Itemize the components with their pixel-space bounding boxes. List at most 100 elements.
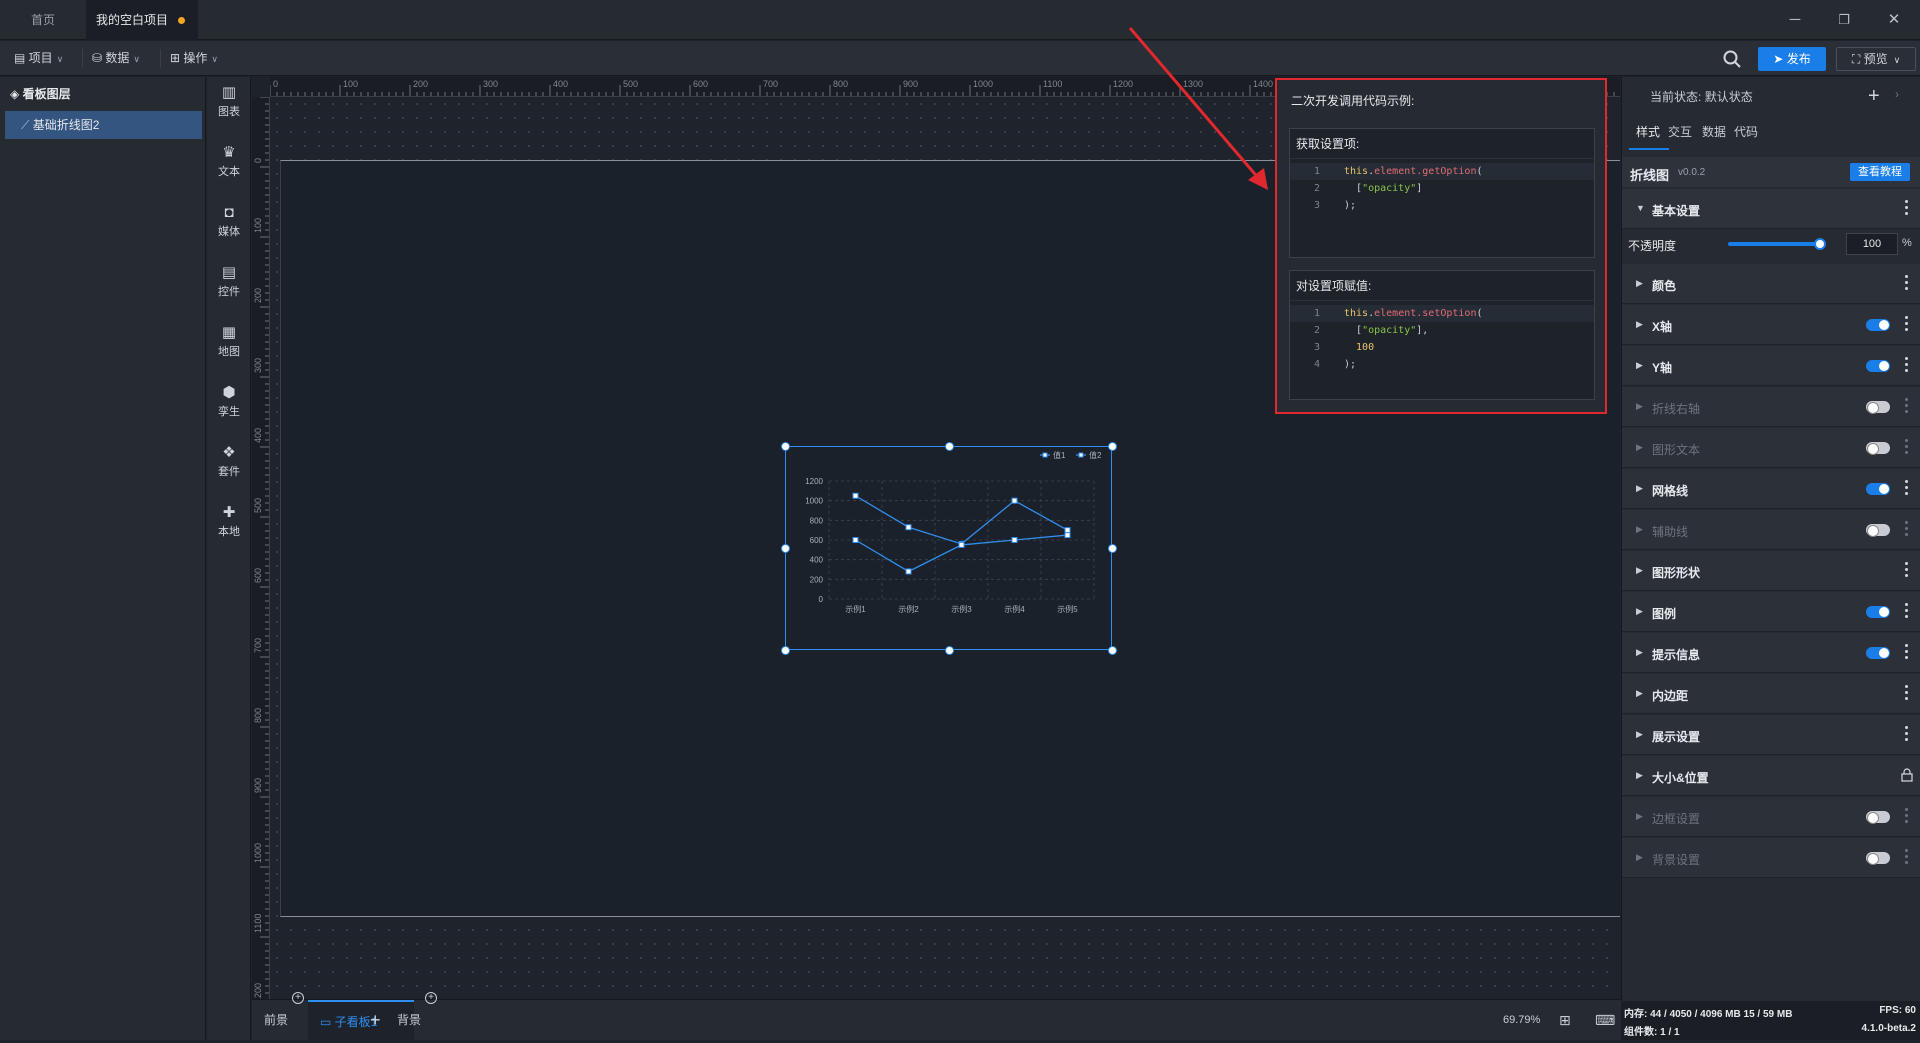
add-state-icon[interactable]: + — [1868, 85, 1880, 108]
tab-interaction[interactable]: 交互 — [1668, 123, 1692, 140]
tool-1[interactable]: ♛ 文本 — [207, 145, 251, 179]
add-board-icon[interactable]: + — [370, 1000, 381, 1041]
tool-6[interactable]: ❖ 套件 — [207, 445, 251, 479]
section-basic[interactable]: ▼ 基本设置 — [1622, 189, 1920, 229]
line-chart-component[interactable]: 0 200 400 600 800 1000 1200 示例1 示例2 示例3 示例4 示例5 值1 值2 — [781, 442, 1117, 655]
section-13[interactable]: ▶ 边框设置 — [1622, 797, 1920, 837]
section-label: 内边距 — [1652, 689, 1689, 703]
more-icon[interactable] — [1905, 357, 1909, 373]
layer-item[interactable]: ⟋ 基础折线图2 — [5, 111, 202, 139]
preview-button[interactable]: ⛶ 预览 ∨ — [1836, 47, 1916, 71]
section-toggle[interactable] — [1866, 647, 1890, 659]
get-option-code[interactable]: 1 this.element.getOption(2 ["opacity"] 3); — [1290, 159, 1594, 214]
section-0[interactable]: ▶ 颜色 — [1622, 264, 1920, 304]
tab-foreground[interactable]: 前景+ — [264, 992, 305, 1041]
tool-label: 套件 — [218, 466, 240, 478]
opacity-input[interactable]: 100 — [1846, 233, 1898, 255]
set-option-code-box: 对设置项赋值: 1 this.element.setOption(2 ["opac… — [1289, 270, 1595, 400]
more-icon[interactable] — [1905, 849, 1909, 865]
resize-handle[interactable] — [1108, 442, 1117, 451]
section-toggle[interactable] — [1866, 360, 1890, 372]
resize-handle[interactable] — [944, 442, 954, 451]
resize-handle[interactable] — [1108, 544, 1117, 553]
layer-item-label: 基础折线图2 — [32, 118, 100, 132]
section-9[interactable]: ▶ 提示信息 — [1622, 633, 1920, 673]
more-icon[interactable] — [1905, 562, 1909, 578]
more-icon[interactable] — [1905, 398, 1909, 414]
tab-style[interactable]: 样式 — [1636, 123, 1660, 140]
menu-data[interactable]: ⛁ 数据 ∨ — [86, 41, 146, 76]
tool-3[interactable]: ▤ 控件 — [207, 265, 251, 299]
section-toggle[interactable] — [1866, 442, 1890, 455]
zoom-level[interactable]: 69.79% — [1503, 1000, 1540, 1041]
more-icon[interactable] — [1905, 439, 1909, 455]
lock-icon[interactable] — [1901, 768, 1913, 782]
tab-background[interactable]: 背景+ — [397, 992, 438, 1041]
section-7[interactable]: ▶ 图形形状 — [1622, 551, 1920, 591]
section-toggle[interactable] — [1866, 524, 1890, 537]
opacity-slider[interactable] — [1728, 242, 1820, 246]
tool-7[interactable]: ✚ 本地 — [207, 505, 251, 539]
section-toggle[interactable] — [1866, 811, 1890, 824]
more-icon[interactable] — [1905, 603, 1909, 619]
resize-handle[interactable] — [781, 544, 790, 553]
set-option-code[interactable]: 1 this.element.setOption(2 ["opacity"], 3 … — [1290, 301, 1594, 373]
tool-4[interactable]: ▦ 地图 — [207, 325, 251, 359]
fit-screen-icon[interactable]: ⊞ — [1559, 1000, 1571, 1041]
more-icon[interactable] — [1905, 685, 1909, 701]
close-icon[interactable]: ✕ — [1882, 8, 1906, 32]
component-toolbox: ▥ 图表 ♛ 文本 ◘ 媒体 ▤ 控件 ▦ 地图 ⬢ 孪生 ❖ 套件 ✚ 本地 — [207, 77, 251, 1040]
restore-icon[interactable]: ❐ — [1832, 8, 1856, 32]
menu-operation[interactable]: ⊞ 操作 ∨ — [164, 41, 224, 76]
more-icon[interactable] — [1905, 644, 1909, 660]
more-icon[interactable] — [1905, 808, 1909, 824]
section-14[interactable]: ▶ 背景设置 — [1622, 838, 1920, 878]
opacity-row: 不透明度 100 % — [1622, 227, 1920, 262]
more-icon[interactable] — [1905, 200, 1909, 216]
section-4[interactable]: ▶ 图形文本 — [1622, 428, 1920, 468]
more-icon[interactable] — [1905, 275, 1909, 291]
resize-handle[interactable] — [781, 442, 790, 451]
more-icon[interactable] — [1905, 726, 1909, 742]
section-3[interactable]: ▶ 折线右轴 — [1622, 387, 1920, 427]
chevron-right-icon[interactable]: › — [1895, 87, 1899, 101]
section-10[interactable]: ▶ 内边距 — [1622, 674, 1920, 714]
section-toggle[interactable] — [1866, 483, 1890, 495]
tab-home[interactable]: 首页 — [8, 0, 78, 40]
menu-project[interactable]: ▤ 项目 ∨ — [8, 41, 69, 76]
resize-handle[interactable] — [944, 646, 954, 655]
tool-2[interactable]: ◘ 媒体 — [207, 205, 251, 239]
resize-handle[interactable] — [1108, 646, 1117, 655]
section-6[interactable]: ▶ 辅助线 — [1622, 510, 1920, 550]
section-toggle[interactable] — [1866, 319, 1890, 331]
section-2[interactable]: ▶ Y轴 — [1622, 346, 1920, 386]
opacity-slider-handle[interactable] — [1814, 238, 1826, 250]
resize-handle[interactable] — [781, 646, 790, 655]
get-option-title: 获取设置项: — [1290, 129, 1594, 159]
view-tutorial-button[interactable]: 查看教程 — [1850, 163, 1910, 181]
section-8[interactable]: ▶ 图例 — [1622, 592, 1920, 632]
section-toggle[interactable] — [1866, 606, 1890, 618]
search-icon[interactable] — [1722, 49, 1742, 69]
add-circle-icon[interactable]: + — [292, 992, 305, 1004]
tab-data[interactable]: 数据 — [1702, 123, 1726, 140]
section-12[interactable]: ▶ 大小&位置 — [1622, 756, 1920, 796]
more-icon[interactable] — [1905, 480, 1909, 496]
more-icon[interactable] — [1905, 521, 1909, 537]
section-toggle[interactable] — [1866, 401, 1890, 414]
keyboard-icon[interactable]: ⌨ — [1595, 1000, 1615, 1041]
tool-5[interactable]: ⬢ 孪生 — [207, 385, 251, 419]
section-5[interactable]: ▶ 网格线 — [1622, 469, 1920, 509]
tab-project[interactable]: 我的空白项目 — [86, 0, 198, 40]
ruler-top-label: 700 — [763, 79, 778, 89]
more-icon[interactable] — [1905, 316, 1909, 332]
add-circle-icon[interactable]: + — [425, 992, 438, 1004]
publish-button[interactable]: ➤ 发布 — [1758, 47, 1826, 71]
tab-code[interactable]: 代码 — [1734, 123, 1758, 140]
section-11[interactable]: ▶ 展示设置 — [1622, 715, 1920, 755]
section-toggle[interactable] — [1866, 852, 1890, 865]
section-1[interactable]: ▶ X轴 — [1622, 305, 1920, 345]
tool-0[interactable]: ▥ 图表 — [207, 85, 251, 119]
chevron-right-icon: ▶ — [1636, 524, 1643, 534]
minimize-icon[interactable]: ─ — [1783, 8, 1807, 32]
